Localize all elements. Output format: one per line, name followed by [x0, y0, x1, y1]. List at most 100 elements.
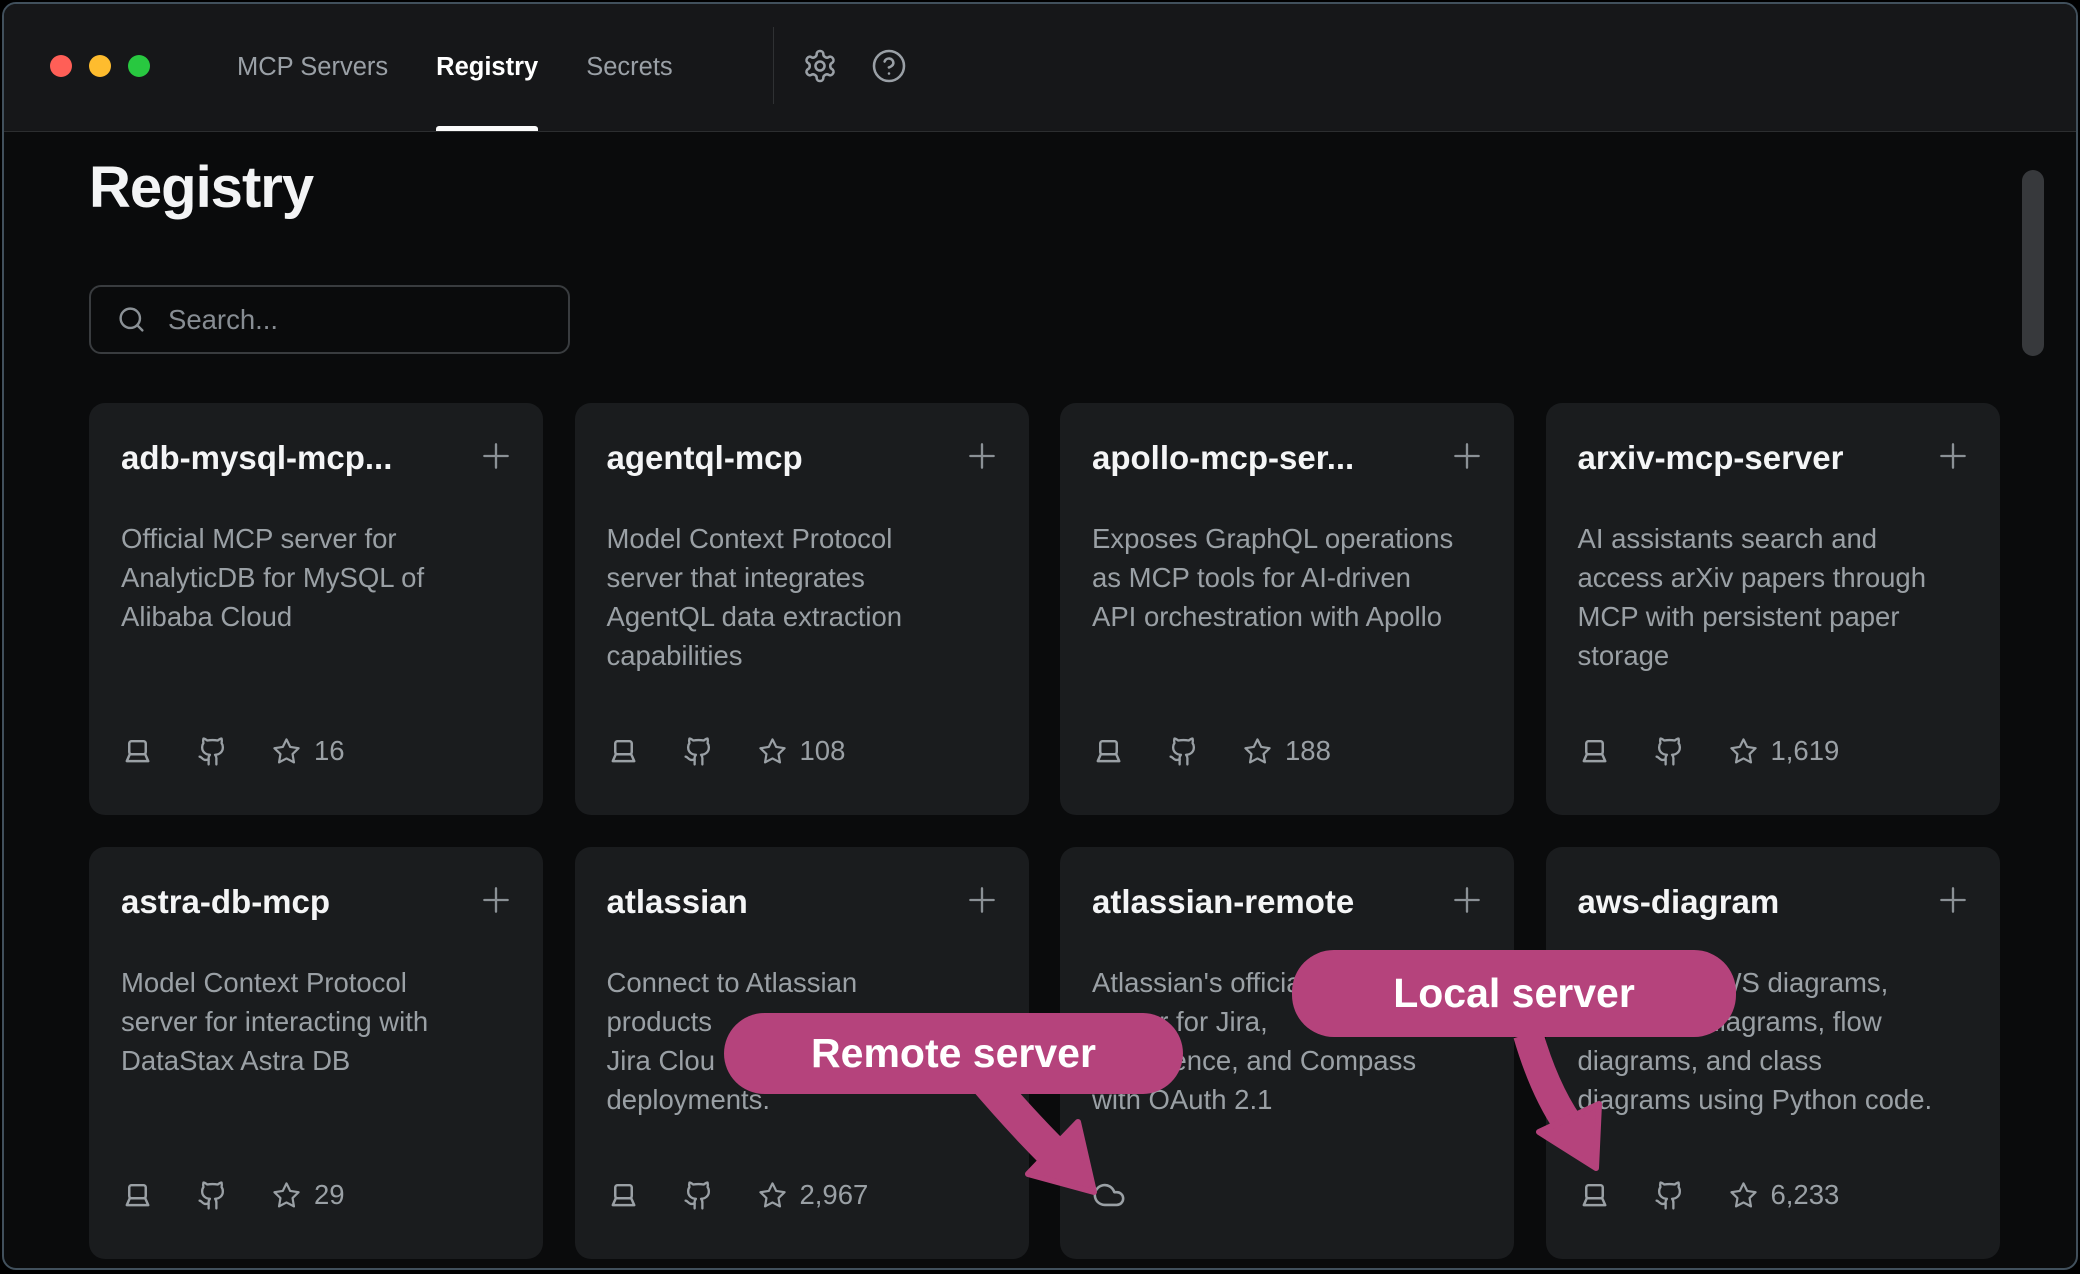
traffic-lights [50, 55, 150, 77]
card-description-line: Model Context Protocol [607, 519, 1007, 558]
star-icon [1729, 1181, 1771, 1210]
card-title: arxiv-mcp-server [1578, 439, 1928, 477]
star-icon [1729, 737, 1771, 766]
star-icon [1243, 737, 1285, 766]
card-footer: 108 [607, 733, 846, 769]
card-description-line: server that integrates [607, 558, 1007, 597]
github-icon[interactable] [1654, 736, 1729, 767]
local-server-callout-label: Local server [1393, 970, 1635, 1017]
card-description-line: AnalyticDB for MySQL of [121, 558, 521, 597]
card-footer: 29 [121, 1177, 345, 1213]
card-description-line: AI assistants search and [1578, 519, 1978, 558]
card-description-line: Model Context Protocol [121, 963, 521, 1002]
card-description-line: Exposes GraphQL operations [1092, 519, 1492, 558]
github-icon[interactable] [197, 736, 272, 767]
local-server-laptop-icon [1578, 1179, 1654, 1212]
star-count: 188 [1285, 735, 1331, 767]
search-input[interactable] [166, 303, 550, 337]
card-title: apollo-mcp-ser... [1092, 439, 1442, 477]
app-window: MCP Servers Registry Secrets Registry ad… [2, 2, 2078, 1270]
star-icon [758, 1181, 800, 1210]
card-footer: 6,233 [1578, 1177, 1840, 1213]
star-count: 6,233 [1771, 1179, 1840, 1211]
star-count: 2,967 [800, 1179, 869, 1211]
local-server-laptop-icon [607, 1179, 683, 1212]
star-count: 108 [800, 735, 846, 767]
card-description: AI assistants search andaccess arXiv pap… [1578, 519, 1978, 675]
github-icon[interactable] [683, 736, 758, 767]
card-description-line: access arXiv papers through [1578, 558, 1978, 597]
settings-gear-icon[interactable] [802, 48, 838, 84]
card-title: agentql-mcp [607, 439, 957, 477]
local-server-laptop-icon [607, 735, 683, 768]
add-server-plus-icon[interactable] [476, 880, 516, 920]
vertical-scrollbar-thumb[interactable] [2022, 170, 2044, 356]
registry-card[interactable]: arxiv-mcp-server AI assistants search and… [1546, 403, 2000, 815]
local-server-laptop-icon [121, 735, 197, 768]
star-count: 1,619 [1771, 735, 1840, 767]
registry-card[interactable]: apollo-mcp-ser... Exposes GraphQL operati… [1060, 403, 1514, 815]
remote-server-cloud-icon [1092, 1178, 1126, 1212]
github-icon[interactable] [683, 1180, 758, 1211]
star-count: 16 [314, 735, 345, 767]
card-title: astra-db-mcp [121, 883, 471, 921]
card-description-line: diagrams using Python code. [1578, 1080, 1978, 1119]
card-description-line: DataStax Astra DB [121, 1041, 521, 1080]
card-description-line: Official MCP server for [121, 519, 521, 558]
add-server-plus-icon[interactable] [962, 436, 1002, 476]
card-description: Official MCP server forAnalyticDB for My… [121, 519, 521, 636]
zoom-button[interactable] [128, 55, 150, 77]
card-description-line: diagrams, and class [1578, 1041, 1978, 1080]
star-icon [272, 1181, 314, 1210]
title-bar: MCP Servers Registry Secrets [4, 4, 2076, 132]
card-description: Exposes GraphQL operationsas MCP tools f… [1092, 519, 1492, 636]
page-title: Registry [89, 154, 313, 221]
card-footer [1092, 1177, 1126, 1213]
add-server-plus-icon[interactable] [1933, 436, 1973, 476]
github-icon[interactable] [1168, 736, 1243, 767]
nav-tabs: MCP Servers Registry Secrets [237, 4, 673, 131]
card-description-line: storage [1578, 636, 1978, 675]
tab-mcp-servers[interactable]: MCP Servers [237, 4, 388, 131]
github-icon[interactable] [197, 1180, 272, 1211]
card-description-line: server for interacting with [121, 1002, 521, 1041]
help-icon[interactable] [871, 48, 907, 84]
card-footer: 1,619 [1578, 733, 1840, 769]
star-icon [272, 737, 314, 766]
card-footer: 16 [121, 733, 345, 769]
minimize-button[interactable] [89, 55, 111, 77]
local-server-laptop-icon [121, 1179, 197, 1212]
card-footer: 188 [1092, 733, 1331, 769]
card-title: aws-diagram [1578, 883, 1928, 921]
card-description-line: API orchestration with Apollo [1092, 597, 1492, 636]
card-description-line: MCP with persistent paper [1578, 597, 1978, 636]
add-server-plus-icon[interactable] [1447, 880, 1487, 920]
card-description-line: Connect to Atlassian [607, 963, 1007, 1002]
add-server-plus-icon[interactable] [1933, 880, 1973, 920]
remote-server-callout: Remote server [724, 1013, 1183, 1094]
registry-card[interactable]: astra-db-mcp Model Context Protocolserver… [89, 847, 543, 1259]
tab-registry[interactable]: Registry [436, 4, 538, 131]
add-server-plus-icon[interactable] [1447, 436, 1487, 476]
star-count: 29 [314, 1179, 345, 1211]
add-server-plus-icon[interactable] [476, 436, 516, 476]
card-description: Model Context Protocolserver for interac… [121, 963, 521, 1080]
registry-card[interactable]: aws-diagramGenerate AWS diagrams,sequenc… [1546, 847, 2000, 1259]
star-icon [758, 737, 800, 766]
tab-secrets[interactable]: Secrets [586, 4, 672, 131]
card-description-line: capabilities [607, 636, 1007, 675]
registry-card[interactable]: adb-mysql-mcp...Official MCP server forA… [89, 403, 543, 815]
card-title: atlassian [607, 883, 957, 921]
local-server-callout: Local server [1292, 950, 1736, 1037]
card-title: atlassian-remote [1092, 883, 1442, 921]
card-description-line: Alibaba Cloud [121, 597, 521, 636]
local-server-laptop-icon [1578, 735, 1654, 768]
remote-server-callout-label: Remote server [811, 1030, 1096, 1077]
close-button[interactable] [50, 55, 72, 77]
card-title: adb-mysql-mcp... [121, 439, 471, 477]
topbar-divider [773, 27, 774, 104]
github-icon[interactable] [1654, 1180, 1729, 1211]
card-description-line: AgentQL data extraction [607, 597, 1007, 636]
add-server-plus-icon[interactable] [962, 880, 1002, 920]
registry-card[interactable]: agentql-mcp Model Context Protocolserver … [575, 403, 1029, 815]
